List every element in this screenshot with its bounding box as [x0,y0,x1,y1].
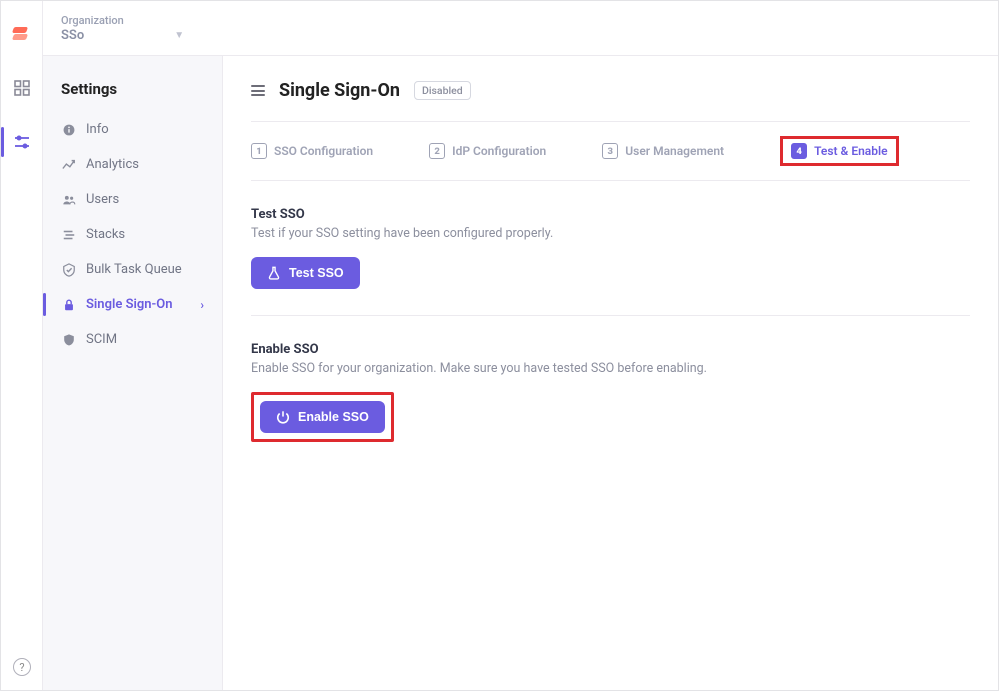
sidebar-title: Settings [43,80,222,112]
tab-label: IdP Configuration [452,144,546,158]
shield-icon [61,332,76,347]
tab-sso-configuration[interactable]: 1 SSO Configuration [251,136,373,166]
tab-label: User Management [625,144,724,158]
dashboard-icon[interactable] [13,79,31,97]
page-header: Single Sign-On Disabled [251,80,970,101]
enable-sso-button[interactable]: Enable SSO [260,401,385,433]
settings-rail-icon[interactable] [13,133,31,151]
sidebar-item-info[interactable]: Info [43,112,222,147]
chevron-right-icon: › [200,298,204,312]
tab-label: SSO Configuration [274,144,373,158]
org-picker[interactable]: Organization SSo ▼ [61,14,184,43]
sidebar-item-label: Single Sign-On [86,297,173,312]
sidebar-item-bulk-task-queue[interactable]: Bulk Task Queue [43,252,222,287]
test-sso-button[interactable]: Test SSO [251,257,360,289]
highlight-box: Enable SSO [251,392,394,442]
queue-icon [61,262,76,277]
tab-label: Test & Enable [814,144,887,158]
sidebar-item-label: Bulk Task Queue [86,262,182,277]
button-label: Enable SSO [298,410,369,424]
tab-test-enable[interactable]: 4 Test & Enable [791,143,887,159]
power-icon [276,410,290,424]
lock-icon [61,297,76,312]
org-name: SSo [61,28,84,43]
sidebar-item-users[interactable]: Users [43,182,222,217]
sidebar-item-label: Stacks [86,227,125,242]
highlight-box: 4 Test & Enable [780,136,898,166]
button-label: Test SSO [289,266,344,280]
info-icon [61,122,76,137]
nav-rail: ? [1,1,43,690]
app-frame: ? Organization SSo ▼ Settings Info [0,0,999,691]
status-badge: Disabled [414,81,471,100]
tab-user-management[interactable]: 3 User Management [602,136,724,166]
page-title: Single Sign-On [279,80,400,101]
org-label: Organization [61,14,184,27]
section-description: Test if your SSO setting have been confi… [251,226,970,241]
sidebar-item-sso[interactable]: Single Sign-On › [43,287,222,322]
sidebar-item-scim[interactable]: SCIM [43,322,222,357]
tab-bar: 1 SSO Configuration 2 IdP Configuration … [251,121,970,181]
section-title: Enable SSO [251,342,970,357]
settings-sidebar: Settings Info Analytics Users [43,56,223,690]
chevron-down-icon: ▼ [174,30,184,41]
topbar: Organization SSo ▼ [43,1,998,56]
tab-number: 4 [791,143,807,159]
menu-toggle-icon[interactable] [251,85,265,96]
sidebar-item-label: SCIM [86,332,117,347]
section-enable-sso: Enable SSO Enable SSO for your organizat… [251,315,970,468]
tab-number: 1 [251,143,267,159]
tab-number: 3 [602,143,618,159]
users-icon [61,192,76,207]
flask-icon [267,266,281,280]
tab-number: 2 [429,143,445,159]
section-description: Enable SSO for your organization. Make s… [251,361,970,376]
columns: Settings Info Analytics Users [43,56,998,690]
sidebar-item-stacks[interactable]: Stacks [43,217,222,252]
help-icon[interactable]: ? [13,658,31,676]
logo-icon [13,25,31,43]
section-test-sso: Test SSO Test if your SSO setting have b… [251,207,970,315]
tab-idp-configuration[interactable]: 2 IdP Configuration [429,136,546,166]
sidebar-item-analytics[interactable]: Analytics [43,147,222,182]
content: Single Sign-On Disabled 1 SSO Configurat… [223,56,998,690]
sidebar-item-label: Analytics [86,157,139,172]
stacks-icon [61,227,76,242]
analytics-icon [61,157,76,172]
sidebar-item-label: Info [86,122,109,137]
sidebar-item-label: Users [86,192,119,207]
section-title: Test SSO [251,207,970,222]
